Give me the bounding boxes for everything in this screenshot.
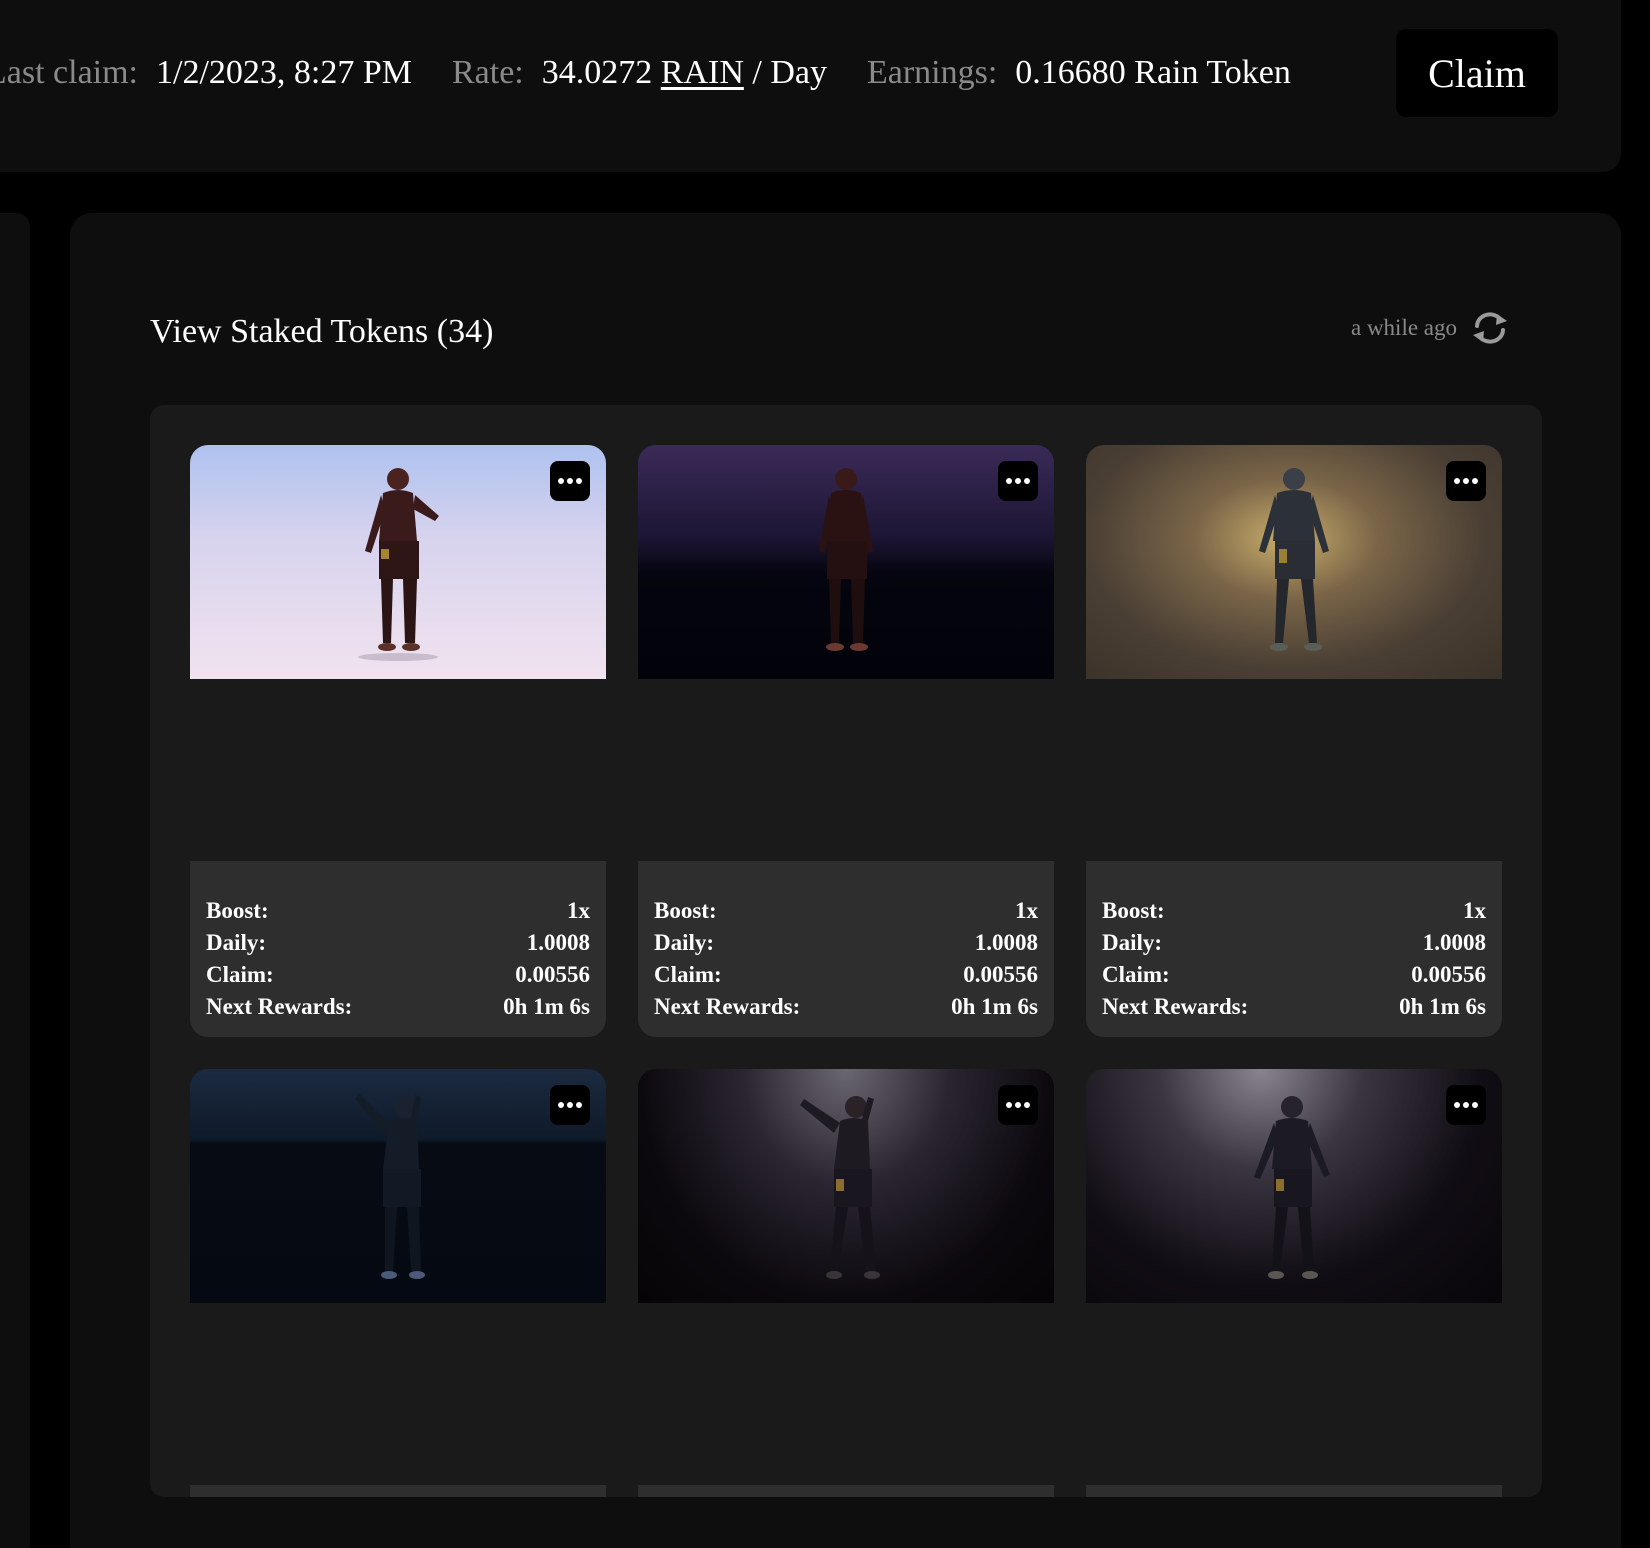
last-updated-text: a while ago bbox=[1350, 315, 1457, 340]
token-image bbox=[638, 1069, 1054, 1303]
claim-row: Claim: 0.00556 bbox=[206, 959, 590, 991]
token-card[interactable]: Boost: 1x Daily: 1.0008 Claim: 0.00556 Next… bbox=[638, 445, 1054, 1037]
more-options-icon[interactable] bbox=[998, 1085, 1038, 1125]
token-stats-partial bbox=[638, 1485, 1054, 1497]
daily-value: 1.0008 bbox=[1422, 930, 1486, 955]
daily-value: 1.0008 bbox=[974, 930, 1038, 955]
earnings-value: 0.16680 Rain Token bbox=[1015, 54, 1291, 91]
token-stats-partial bbox=[190, 1485, 606, 1497]
ape-figure bbox=[819, 468, 873, 651]
rate-number: 34.0272 bbox=[541, 54, 653, 91]
claim-label: Claim: bbox=[654, 962, 722, 987]
next-rewards-row: Next Rewards: 0h 1m 6s bbox=[206, 991, 590, 1023]
token-stats-partial bbox=[1086, 1485, 1502, 1497]
token-card[interactable] bbox=[638, 1069, 1054, 1497]
claim-button[interactable]: Claim bbox=[1396, 29, 1558, 117]
token-image bbox=[1086, 445, 1502, 679]
next-rewards-label: Next Rewards: bbox=[654, 994, 801, 1019]
token-image bbox=[190, 1069, 606, 1303]
boost-row: Boost: 1x bbox=[1102, 895, 1486, 927]
daily-label: Daily: bbox=[1102, 930, 1163, 955]
token-card[interactable]: Boost: 1x Daily: 1.0008 Claim: 0.00556 Next… bbox=[190, 445, 606, 1037]
boost-label: Boost: bbox=[206, 898, 269, 923]
claim-value: 0.00556 bbox=[963, 962, 1038, 987]
more-options-icon[interactable] bbox=[1446, 461, 1486, 501]
boost-row: Boost: 1x bbox=[206, 895, 590, 927]
earnings-label: Earnings: bbox=[866, 54, 998, 91]
left-sidebar-panel bbox=[0, 213, 30, 1548]
claim-value: 0.00556 bbox=[515, 962, 590, 987]
refresh-icon[interactable] bbox=[1469, 311, 1511, 345]
claim-row: Claim: 0.00556 bbox=[1102, 959, 1486, 991]
daily-row: Daily: 1.0008 bbox=[206, 927, 590, 959]
section-title: View Staked Tokens (34) bbox=[150, 313, 494, 350]
token-card[interactable] bbox=[190, 1069, 606, 1497]
token-card[interactable]: Boost: 1x Daily: 1.0008 Claim: 0.00556 Next… bbox=[1086, 445, 1502, 1037]
rate-value: 34.0272 RAIN / Day bbox=[542, 54, 827, 92]
next-rewards-row: Next Rewards: 0h 1m 6s bbox=[1102, 991, 1486, 1023]
ape-figure bbox=[1259, 468, 1329, 651]
header-bar: Last claim: 1/2/2023, 8:27 PM Rate: 34.0… bbox=[0, 0, 1621, 172]
claim-label: Claim: bbox=[206, 962, 274, 987]
boost-value: 1x bbox=[1463, 898, 1486, 923]
claim-summary: Last claim: 1/2/2023, 8:27 PM Rate: 34.0… bbox=[0, 48, 1331, 98]
token-stats: Boost: 1x Daily: 1.0008 Claim: 0.00556 Next… bbox=[638, 861, 1054, 1037]
token-card[interactable] bbox=[1086, 1069, 1502, 1497]
next-rewards-row: Next Rewards: 0h 1m 6s bbox=[654, 991, 1038, 1023]
token-stats: Boost: 1x Daily: 1.0008 Claim: 0.00556 Next… bbox=[1086, 861, 1502, 1037]
more-options-icon[interactable] bbox=[550, 461, 590, 501]
claim-row: Claim: 0.00556 bbox=[654, 959, 1038, 991]
ape-figure bbox=[1254, 1096, 1330, 1279]
daily-label: Daily: bbox=[206, 930, 267, 955]
daily-value: 1.0008 bbox=[526, 930, 590, 955]
claim-label: Claim: bbox=[1102, 962, 1170, 987]
last-claim-label: Last claim: bbox=[0, 54, 139, 91]
boost-value: 1x bbox=[1015, 898, 1038, 923]
ape-figure bbox=[800, 1096, 880, 1279]
token-image bbox=[638, 445, 1054, 679]
more-options-icon[interactable] bbox=[550, 1085, 590, 1125]
token-image bbox=[190, 445, 606, 679]
ape-figure bbox=[355, 1093, 425, 1279]
next-rewards-value: 0h 1m 6s bbox=[951, 994, 1038, 1019]
next-rewards-label: Next Rewards: bbox=[1102, 994, 1249, 1019]
next-rewards-label: Next Rewards: bbox=[206, 994, 353, 1019]
staked-tokens-panel: View Staked Tokens (34) a while ago Boos… bbox=[70, 213, 1621, 1548]
last-claim-value: 1/2/2023, 8:27 PM bbox=[156, 54, 412, 91]
token-grid: Boost: 1x Daily: 1.0008 Claim: 0.00556 Next… bbox=[150, 405, 1542, 1497]
boost-label: Boost: bbox=[654, 898, 717, 923]
more-options-icon[interactable] bbox=[998, 461, 1038, 501]
daily-label: Daily: bbox=[654, 930, 715, 955]
token-stats: Boost: 1x Daily: 1.0008 Claim: 0.00556 Next… bbox=[190, 861, 606, 1037]
ape-figure bbox=[358, 468, 439, 661]
boost-value: 1x bbox=[567, 898, 590, 923]
next-rewards-value: 0h 1m 6s bbox=[503, 994, 590, 1019]
daily-row: Daily: 1.0008 bbox=[654, 927, 1038, 959]
claim-value: 0.00556 bbox=[1411, 962, 1486, 987]
rate-label: Rate: bbox=[452, 54, 524, 91]
next-rewards-value: 0h 1m 6s bbox=[1399, 994, 1486, 1019]
boost-row: Boost: 1x bbox=[654, 895, 1038, 927]
refresh-area: a while ago bbox=[1351, 311, 1511, 345]
rain-token-link[interactable]: RAIN bbox=[661, 54, 744, 91]
daily-row: Daily: 1.0008 bbox=[1102, 927, 1486, 959]
rate-suffix: / Day bbox=[752, 54, 827, 91]
boost-label: Boost: bbox=[1102, 898, 1165, 923]
token-image bbox=[1086, 1069, 1502, 1303]
more-options-icon[interactable] bbox=[1446, 1085, 1486, 1125]
